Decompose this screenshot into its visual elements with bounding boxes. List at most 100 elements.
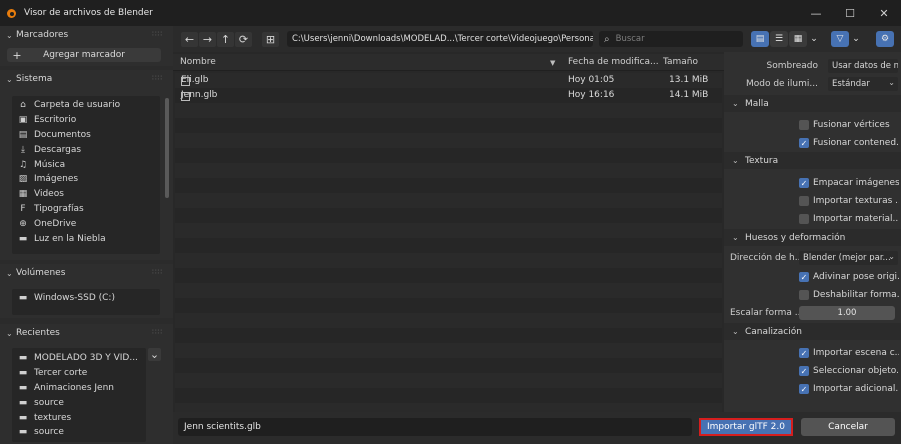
import-scene-checkbox[interactable]: ✓ Importar escena c...: [799, 346, 899, 360]
sidebar-item-system[interactable]: ▦ Videos: [12, 187, 160, 202]
merge-content-checkbox[interactable]: ✓ Fusionar contened...: [799, 136, 899, 150]
pipeline-section-header[interactable]: ⌄ Canalización: [724, 323, 901, 340]
sidebar-item-system-label: Videos: [34, 189, 64, 200]
folder-icon: ▬: [18, 353, 28, 364]
chevron-down-icon: ⌄: [732, 99, 739, 108]
desktop-icon: ▣: [18, 115, 28, 126]
search-icon: ⌕: [604, 33, 610, 45]
pipeline-title: Canalización: [745, 326, 802, 337]
path-input[interactable]: C:\Users\jenni\Downloads\MODELAD...\Terc…: [287, 31, 593, 47]
minimize-button[interactable]: —: [799, 0, 833, 26]
drag-handle-icon[interactable]: ∷∷: [152, 328, 163, 336]
disable-form-label: Deshabilitar forma...: [813, 290, 899, 300]
sort-descending-icon[interactable]: ▼: [550, 59, 555, 67]
system-header[interactable]: ⌄ Sistema ∷∷: [0, 70, 173, 88]
bookmarks-panel: ⌄ Marcadores ∷∷ + Agregar marcador: [0, 26, 173, 66]
display-options-chevron-icon[interactable]: ⌄: [808, 31, 820, 47]
search-input[interactable]: ⌕ Buscar: [599, 31, 743, 47]
bookmarks-header[interactable]: ⌄ Marcadores ∷∷: [0, 26, 173, 44]
chevron-down-icon: ⌄: [732, 156, 739, 165]
sidebar-item-recent[interactable]: ▬ source: [12, 425, 146, 440]
recent-header[interactable]: ⌄ Recientes ∷∷: [0, 324, 173, 342]
sidebar-item-recent[interactable]: ▬ source: [12, 395, 146, 410]
sidebar-item-system[interactable]: ⌂ Carpeta de usuario: [12, 98, 160, 113]
system-panel: ⌄ Sistema ∷∷ ⌂ Carpeta de usuario ▣ Escrito…: [0, 70, 173, 260]
sidebar-item-volume[interactable]: ▬ Windows-SSD (C:): [12, 291, 160, 306]
add-bookmark-label: Agregar marcador: [43, 50, 125, 60]
file-row[interactable]: Eli.glb Hoy 01:05 13.1 MiB: [175, 73, 722, 88]
shading-select[interactable]: Usar datos de nor...: [828, 59, 898, 73]
select-objects-label: Seleccionar objeto...: [813, 366, 899, 376]
sidebar-item-recent[interactable]: ▬ textures: [12, 410, 146, 425]
bone-direction-value: Blender (mejor par...: [803, 253, 891, 263]
column-date[interactable]: Fecha de modifica...: [568, 57, 659, 67]
file-row[interactable]: Jenn.glb Hoy 16:16 14.1 MiB: [175, 88, 722, 103]
drag-handle-icon[interactable]: ∷∷: [152, 74, 163, 82]
display-vertical-list-icon[interactable]: ▤: [751, 31, 769, 47]
add-bookmark-button[interactable]: + Agregar marcador: [7, 48, 161, 62]
maximize-button[interactable]: ☐: [833, 0, 867, 26]
close-button[interactable]: ✕: [867, 0, 901, 26]
sidebar-item-system[interactable]: ▤ Documentos: [12, 128, 160, 143]
sidebar-item-system-label: Documentos: [34, 129, 91, 140]
image-icon: ▨: [18, 174, 28, 185]
filename-input[interactable]: Jenn scientits.glb: [178, 418, 692, 436]
sidebar-item-system[interactable]: ▬ Luz en la Niebla: [12, 231, 160, 246]
texture-section-header[interactable]: ⌄ Textura: [724, 152, 901, 169]
select-objects-checkbox[interactable]: ✓ Seleccionar objeto...: [799, 364, 899, 378]
import-material-checkbox[interactable]: Importar material...: [799, 212, 899, 226]
import-textures-checkbox[interactable]: Importar texturas ...: [799, 194, 899, 208]
merge-vertices-checkbox[interactable]: Fusionar vértices: [799, 118, 899, 132]
sidebar-item-recent[interactable]: ▬ Animaciones Jenn: [12, 381, 146, 396]
checkbox-checked-icon: ✓: [799, 366, 809, 376]
cancel-button[interactable]: Cancelar: [801, 418, 895, 436]
scale-shape-label: Escalar forma ...: [730, 308, 804, 318]
bones-section-header[interactable]: ⌄ Huesos y deformación: [724, 229, 901, 246]
import-gltf-button[interactable]: Importar glTF 2.0: [699, 418, 793, 436]
pack-images-checkbox[interactable]: ✓ Empacar imágenes: [799, 176, 899, 190]
sidebar-item-system-label: Luz en la Niebla: [34, 233, 106, 244]
guess-pose-checkbox[interactable]: ✓ Adivinar pose origi...: [799, 270, 899, 284]
folder-icon: ▬: [18, 397, 28, 408]
refresh-icon[interactable]: ⟳: [235, 32, 252, 47]
system-list: ⌂ Carpeta de usuario ▣ Escritorio ▤ Documento…: [12, 96, 160, 254]
import-extra-checkbox[interactable]: ✓ Importar adicional...: [799, 382, 899, 396]
shading-label: Sombreado: [766, 61, 818, 71]
drag-handle-icon[interactable]: ∷∷: [152, 30, 163, 38]
chevron-down-icon: ⌄: [6, 74, 13, 84]
recent-options-chevron-icon[interactable]: ⌄: [148, 348, 161, 361]
sidebar-item-system[interactable]: ⊕ OneDrive: [12, 216, 160, 231]
sidebar-item-system-label: Escritorio: [34, 115, 77, 126]
sidebar-item-system[interactable]: ⤓ Descargas: [12, 142, 160, 157]
lighting-select[interactable]: Estándar ⌄: [828, 77, 898, 91]
settings-gear-icon[interactable]: ⚙: [876, 31, 894, 47]
drag-handle-icon[interactable]: ∷∷: [152, 268, 163, 276]
mesh-section-header[interactable]: ⌄ Malla: [724, 95, 901, 112]
sidebar-item-recent[interactable]: ▬ Tercer corte: [12, 366, 146, 381]
sidebar-item-system[interactable]: ▨ Imágenes: [12, 172, 160, 187]
bone-direction-select[interactable]: Blender (mejor par... ⌄: [799, 251, 898, 265]
sidebar-item-system[interactable]: ▣ Escritorio: [12, 113, 160, 128]
scale-shape-field[interactable]: 1.00: [799, 306, 895, 320]
new-folder-icon[interactable]: ⊞: [262, 32, 279, 47]
back-arrow-icon[interactable]: ←: [181, 32, 198, 47]
forward-arrow-icon[interactable]: →: [199, 32, 216, 47]
column-size[interactable]: Tamaño: [663, 57, 698, 67]
disable-form-checkbox[interactable]: Deshabilitar forma...: [799, 288, 899, 302]
sidebar-item-system[interactable]: F Tipografías: [12, 202, 160, 217]
music-icon: ♫: [18, 159, 28, 170]
column-name[interactable]: Nombre: [180, 57, 216, 67]
display-horizontal-list-icon[interactable]: ☰: [770, 31, 788, 47]
volumes-panel: ⌄ Volúmenes ∷∷ ▬ Windows-SSD (C:): [0, 264, 173, 318]
sidebar-item-system-label: OneDrive: [34, 218, 77, 229]
system-scrollbar[interactable]: [165, 98, 169, 198]
volumes-header[interactable]: ⌄ Volúmenes ∷∷: [0, 264, 173, 282]
list-row-background: [175, 328, 722, 343]
filter-icon[interactable]: ▽: [831, 31, 849, 47]
parent-directory-icon[interactable]: ↑: [217, 32, 234, 47]
display-thumbnails-icon[interactable]: ▦: [789, 31, 807, 47]
sidebar-item-system[interactable]: ♫ Música: [12, 157, 160, 172]
filter-options-chevron-icon[interactable]: ⌄: [850, 31, 862, 47]
sidebar-item-recent[interactable]: ▬ MODELADO 3D Y VID...: [12, 351, 146, 366]
checkbox-checked-icon: ✓: [799, 138, 809, 148]
